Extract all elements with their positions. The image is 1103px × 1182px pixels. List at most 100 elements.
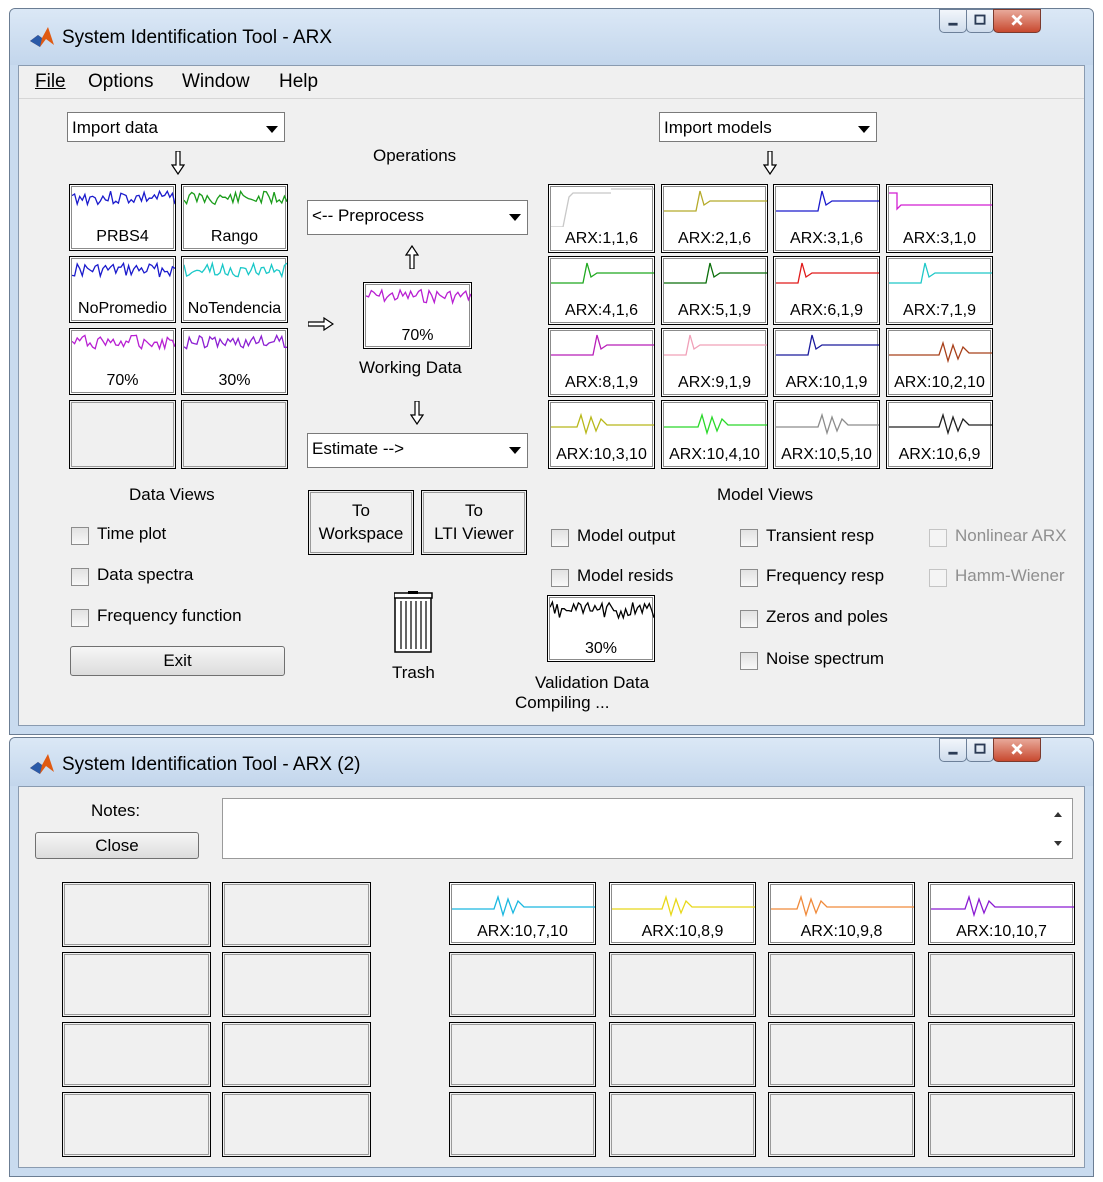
- model-tile-empty-10[interactable]: [609, 1092, 756, 1157]
- model-tile-3[interactable]: ARX:3,1,6: [773, 184, 880, 253]
- response-check-1-checkbox[interactable]: [740, 529, 758, 547]
- model-tile-14-signal-plot: [664, 412, 767, 436]
- model-tile-13[interactable]: ARX:10,3,10: [548, 400, 655, 469]
- model-tile-16-label: ARX:10,6,9: [898, 446, 981, 463]
- data-check-3-checkbox[interactable]: [71, 609, 89, 627]
- preprocess-select[interactable]: <-- Preprocess: [307, 200, 528, 235]
- menu-options[interactable]: Options: [88, 71, 153, 93]
- model-tile-6[interactable]: ARX:5,1,9: [661, 256, 768, 325]
- minimize-button-2[interactable]: [939, 738, 967, 762]
- model-tile-4[interactable]: ARX:3,1,0: [886, 184, 993, 253]
- data-tile-empty-2[interactable]: [181, 400, 288, 469]
- model-tile-20[interactable]: ARX:10,10,7: [928, 882, 1075, 945]
- model-tile-17[interactable]: ARX:10,7,10: [449, 882, 596, 945]
- model-tile-7[interactable]: ARX:6,1,9: [773, 256, 880, 325]
- model-tile-empty-1-frame: [451, 954, 594, 1015]
- model-tile-empty-9[interactable]: [449, 1092, 596, 1157]
- model-tile-empty-6[interactable]: [609, 1022, 756, 1087]
- model-tile-14[interactable]: ARX:10,4,10: [661, 400, 768, 469]
- model-tile-empty-2-frame: [611, 954, 754, 1015]
- maximize-button-2[interactable]: [966, 738, 994, 762]
- data-tile-empty-1-frame: [71, 402, 174, 467]
- menu-file[interactable]: File: [35, 71, 66, 93]
- window-title-2: System Identification Tool - ARX (2): [62, 754, 361, 775]
- exit-button[interactable]: Exit: [70, 646, 285, 676]
- model-tile-11[interactable]: ARX:10,1,9: [773, 328, 880, 397]
- to-workspace-button[interactable]: To Workspace: [308, 490, 414, 555]
- model-tile-15[interactable]: ARX:10,5,10: [773, 400, 880, 469]
- working-data-tile[interactable]: 70%: [363, 282, 472, 349]
- trash-icon[interactable]: [394, 591, 434, 653]
- data-tile-4[interactable]: NoTendencia: [181, 256, 288, 323]
- menu-help[interactable]: Help: [279, 71, 318, 93]
- model-tile-empty-11[interactable]: [768, 1092, 915, 1157]
- data-tile-6[interactable]: 30%: [181, 328, 288, 395]
- model-tile-9[interactable]: ARX:8,1,9: [548, 328, 655, 397]
- model-tile-empty-7[interactable]: [768, 1022, 915, 1087]
- data-tile-empty-3[interactable]: [62, 882, 211, 947]
- close-button[interactable]: Close: [35, 832, 199, 859]
- model-tile-empty-4[interactable]: [928, 952, 1075, 1017]
- data-tile-empty-6[interactable]: [222, 952, 371, 1017]
- model-tile-12[interactable]: ARX:10,2,10: [886, 328, 993, 397]
- data-tile-empty-7[interactable]: [62, 1022, 211, 1087]
- data-tile-empty-8[interactable]: [222, 1022, 371, 1087]
- model-tile-empty-12[interactable]: [928, 1092, 1075, 1157]
- minimize-icon: [948, 751, 958, 755]
- model-tile-5[interactable]: ARX:4,1,6: [548, 256, 655, 325]
- import-models-select[interactable]: Import models: [659, 112, 877, 142]
- title-bar-2[interactable]: System Identification Tool - ARX (2): [10, 738, 1093, 786]
- menu-window[interactable]: Window: [182, 71, 250, 93]
- response-check-3-checkbox[interactable]: [740, 610, 758, 628]
- model-tile-empty-7-frame: [770, 1024, 913, 1085]
- chevron-down-icon: [858, 126, 870, 133]
- model-tile-16[interactable]: ARX:10,6,9: [886, 400, 993, 469]
- matlab-icon-2: [30, 754, 54, 774]
- model-output-checkbox[interactable]: [551, 529, 569, 547]
- data-tile-empty-4[interactable]: [222, 882, 371, 947]
- data-tile-empty-5[interactable]: [62, 952, 211, 1017]
- data-tile-empty-10[interactable]: [222, 1092, 371, 1157]
- model-tile-2[interactable]: ARX:2,1,6: [661, 184, 768, 253]
- to-lti-viewer-button[interactable]: To LTI Viewer: [421, 490, 527, 555]
- notes-textarea[interactable]: [222, 798, 1073, 859]
- response-check-4-checkbox[interactable]: [740, 652, 758, 670]
- model-tile-empty-5[interactable]: [449, 1022, 596, 1087]
- data-tile-1[interactable]: PRBS4: [69, 184, 176, 251]
- data-tile-5[interactable]: 70%: [69, 328, 176, 395]
- data-check-2-checkbox[interactable]: [71, 568, 89, 586]
- maximize-button[interactable]: [966, 9, 994, 33]
- data-tile-empty-9[interactable]: [62, 1092, 211, 1157]
- hamm-wiener-label: Hamm-Wiener: [955, 566, 1065, 585]
- import-data-select[interactable]: Import data: [67, 112, 285, 142]
- close-window-button-2[interactable]: [993, 738, 1041, 762]
- data-tile-empty-8-frame: [224, 1024, 369, 1085]
- model-tile-1[interactable]: ARX:1,1,6: [548, 184, 655, 253]
- model-tile-empty-2[interactable]: [609, 952, 756, 1017]
- minimize-button[interactable]: [939, 9, 967, 33]
- model-tile-12-signal-plot: [889, 340, 992, 364]
- model-tile-14-label: ARX:10,4,10: [669, 446, 760, 463]
- model-tile-17-signal-plot: [452, 894, 595, 918]
- estimate-select[interactable]: Estimate -->: [307, 433, 528, 468]
- data-tile-empty-7-frame: [64, 1024, 209, 1085]
- validation-data-tile[interactable]: 30%: [547, 595, 655, 662]
- model-resids-checkbox[interactable]: [551, 569, 569, 587]
- data-tile-6-label: 30%: [218, 372, 251, 389]
- model-tile-10[interactable]: ARX:9,1,9: [661, 328, 768, 397]
- data-tile-3[interactable]: NoPromedio: [69, 256, 176, 323]
- data-check-1-checkbox[interactable]: [71, 527, 89, 545]
- model-tile-empty-1[interactable]: [449, 952, 596, 1017]
- model-tile-18[interactable]: ARX:10,8,9: [609, 882, 756, 945]
- model-tile-19[interactable]: ARX:10,9,8: [768, 882, 915, 945]
- scroll-arrows-icon[interactable]: [1052, 809, 1064, 849]
- title-bar[interactable]: System Identification Tool - ARX: [10, 9, 1093, 65]
- model-tile-empty-3[interactable]: [768, 952, 915, 1017]
- model-tile-empty-8[interactable]: [928, 1022, 1075, 1087]
- data-tile-empty-1[interactable]: [69, 400, 176, 469]
- response-check-2-checkbox[interactable]: [740, 569, 758, 587]
- model-tile-18-signal-plot: [612, 894, 755, 918]
- close-window-button[interactable]: [993, 9, 1041, 33]
- model-tile-8[interactable]: ARX:7,1,9: [886, 256, 993, 325]
- data-tile-2[interactable]: Rango: [181, 184, 288, 251]
